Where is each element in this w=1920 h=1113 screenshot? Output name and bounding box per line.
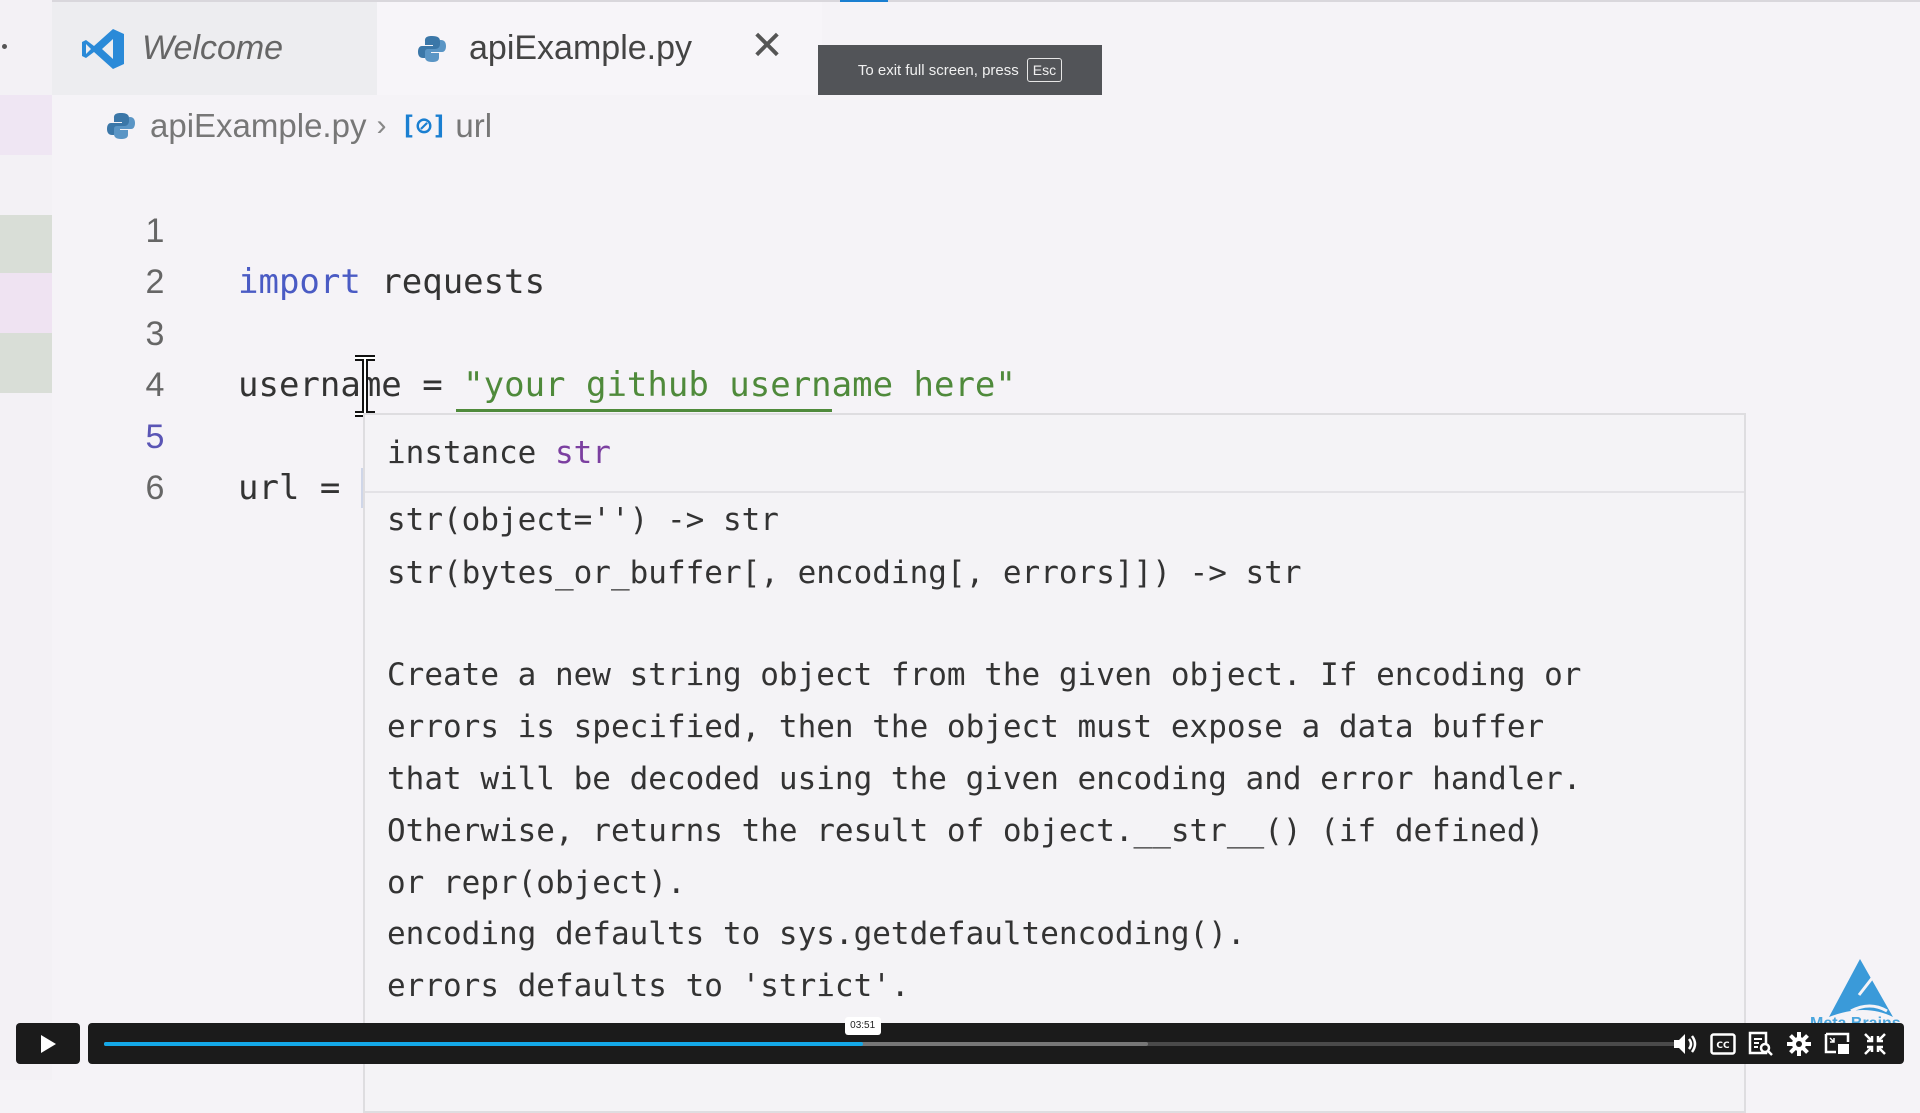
transcript-button[interactable]: [1748, 1031, 1774, 1057]
hover-doc-line: that will be decoded using the given enc…: [387, 761, 1582, 797]
gutter-highlight: [0, 333, 52, 393]
code-line: 4: [52, 309, 1920, 404]
code-line: 3 username = "your github username here": [52, 258, 1920, 405]
gutter-highlight: [0, 215, 52, 273]
hover-doc-line: encoding defaults to sys.getdefaultencod…: [387, 916, 1246, 952]
text-cursor-icon: [355, 355, 375, 417]
hover-type: str: [554, 435, 611, 471]
play-icon: [41, 1034, 56, 1053]
hover-doc-line: Otherwise, returns the result of object.…: [387, 813, 1545, 849]
code-text: url =: [238, 468, 361, 508]
exit-fullscreen-button[interactable]: [1862, 1031, 1888, 1057]
hover-doc-line: Create a new string object from the give…: [387, 657, 1582, 693]
python-icon: [418, 35, 446, 62]
tab-apiexample[interactable]: apiExample.py ✕: [377, 2, 822, 95]
time-tooltip: 03:51: [844, 1017, 881, 1035]
play-button[interactable]: [16, 1023, 80, 1064]
activity-gutter: [0, 0, 52, 1080]
chevron-right-icon: ›: [376, 109, 387, 142]
hover-doc-line: or repr(object).: [387, 865, 686, 901]
svg-text:CC: CC: [1716, 1041, 1730, 1051]
hover-doc-line: errors is specified, then the object mus…: [387, 709, 1545, 745]
pip-icon: [1824, 1032, 1850, 1054]
esc-key-hint: Esc: [1026, 58, 1063, 82]
code-line: 2: [52, 206, 1920, 301]
tab-label: apiExample.py: [469, 29, 693, 67]
captions-button[interactable]: CC: [1710, 1031, 1736, 1057]
captions-icon: CC: [1710, 1032, 1736, 1055]
gutter-highlight: [0, 273, 52, 333]
close-tab-button[interactable]: ✕: [747, 26, 787, 66]
breadcrumb-symbol[interactable]: url: [455, 107, 492, 145]
hover-tooltip: instance str str(object='') -> str str(b…: [363, 413, 1746, 1113]
gutter-dot: [2, 44, 7, 49]
settings-button[interactable]: [1786, 1031, 1812, 1057]
python-icon: [107, 113, 135, 139]
hover-signature: str(object='') -> str: [387, 502, 779, 538]
transcript-icon: [1748, 1031, 1773, 1056]
pip-button[interactable]: [1824, 1031, 1850, 1057]
toast-text: To exit full screen, press: [857, 61, 1019, 79]
player-controls: CC: [1672, 1023, 1888, 1064]
fullscreen-toast: To exit full screen, press Esc: [818, 45, 1102, 95]
hover-signature: str(bytes_or_buffer[, encoding[, errors]…: [387, 555, 1302, 591]
gutter-highlight: [0, 95, 52, 155]
variable-icon: [⊘]: [400, 111, 448, 141]
hover-header: instance str: [365, 415, 1744, 493]
video-player-controls: 03:51 CC: [0, 1017, 1920, 1064]
exit-fullscreen-icon: [1864, 1032, 1886, 1055]
hover-kind: instance: [387, 435, 537, 471]
settings-icon: [1787, 1031, 1811, 1056]
volume-icon: [1674, 1033, 1697, 1054]
control-bar: 03:51 CC: [88, 1017, 1904, 1064]
breadcrumb-file[interactable]: apiExample.py: [150, 107, 366, 145]
volume-button[interactable]: [1672, 1031, 1698, 1057]
code-line-active: 5 url = f"https://api.github. com/users/…: [52, 361, 1920, 508]
code-line: 1 import requests: [52, 155, 1920, 302]
breadcrumb: apiExample.py › [⊘] url: [106, 104, 492, 148]
vscode-icon: [82, 28, 124, 69]
line-number: 6: [145, 469, 165, 507]
tab-welcome[interactable]: Welcome: [52, 2, 377, 95]
tab-label: Welcome: [142, 29, 284, 67]
progress-track[interactable]: 03:51: [104, 1017, 1678, 1046]
progress-played: [104, 1042, 863, 1046]
hover-doc-line: errors defaults to 'strict'.: [387, 968, 910, 1004]
